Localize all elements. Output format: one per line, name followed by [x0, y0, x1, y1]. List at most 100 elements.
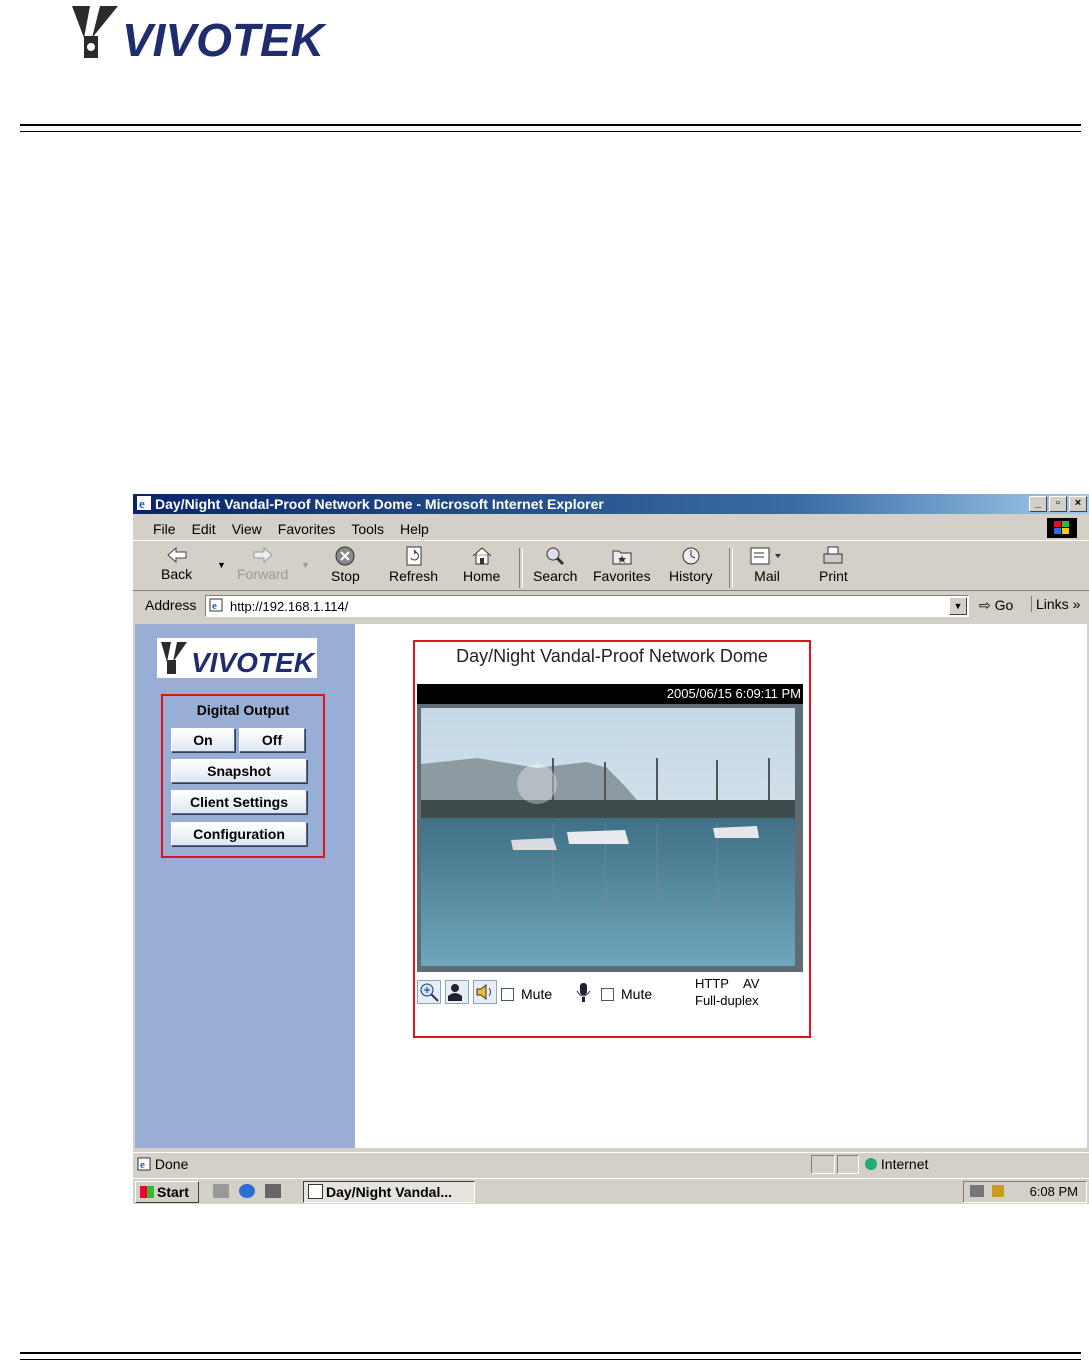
protocol-label: HTTP [695, 976, 729, 991]
print-button[interactable]: Print [819, 546, 848, 584]
address-dropdown-icon[interactable]: ▼ [949, 597, 967, 615]
close-button[interactable]: × [1069, 496, 1087, 512]
zoom-icon[interactable] [417, 980, 441, 1004]
svg-text:e: e [140, 1159, 145, 1171]
links-button[interactable]: Links » [1031, 596, 1080, 612]
status-text: e Done [137, 1156, 188, 1172]
toolbar-separator [519, 548, 523, 588]
camera-timestamp: 2005/06/15 6:09:11 PM [417, 684, 803, 704]
stop-icon [335, 546, 355, 566]
tray-clock[interactable]: 6:08 PM [1030, 1182, 1078, 1202]
svg-text:VIVOTEK: VIVOTEK [122, 14, 327, 66]
menu-favorites[interactable]: Favorites [278, 521, 336, 537]
status-pane [837, 1155, 859, 1174]
speaker-mute-checkbox[interactable] [501, 988, 514, 1001]
camera-controls: Mute Mute HTTP AV Full-duplex [417, 976, 803, 1026]
system-tray: 6:08 PM [963, 1181, 1087, 1203]
microphone-icon[interactable] [571, 980, 595, 1004]
on-button[interactable]: On [171, 728, 235, 752]
restore-button[interactable]: ▫ [1049, 496, 1067, 512]
quicklaunch-channels-icon[interactable] [265, 1184, 281, 1198]
address-url: http://192.168.1.114/ [230, 599, 349, 614]
speaker-mute-label: Mute [521, 986, 553, 1002]
mic-mute-label: Mute [621, 986, 653, 1002]
taskbar: Start Day/Night Vandal... 6:08 PM [133, 1178, 1089, 1204]
tray-volume-icon[interactable] [991, 1185, 1004, 1197]
svg-text:VIVOTEK: VIVOTEK [191, 647, 316, 678]
history-icon [682, 547, 700, 565]
menu-tools[interactable]: Tools [351, 521, 384, 537]
menu-file[interactable]: File [153, 521, 176, 537]
minimize-button[interactable]: _ [1029, 496, 1047, 512]
windows-logo-icon [1047, 518, 1077, 538]
go-button[interactable]: ⇨ Go [979, 597, 1013, 614]
sidebar-logo: VIVOTEK [157, 638, 317, 678]
search-button[interactable]: Search [533, 546, 577, 584]
header-rule [20, 124, 1081, 132]
address-bar: Address e http://192.168.1.114/ ▼ ⇨ Go L… [133, 592, 1089, 618]
history-button[interactable]: History [669, 546, 713, 584]
menu-bar: File Edit View Favorites Tools Help [133, 516, 1089, 541]
home-button[interactable]: Home [463, 546, 500, 584]
client-settings-button[interactable]: Client Settings [171, 790, 307, 814]
snapshot-button[interactable]: Snapshot [171, 759, 307, 783]
back-button[interactable]: Back [161, 546, 192, 582]
mail-button[interactable]: Mail [749, 546, 785, 584]
tray-network-icon[interactable] [970, 1185, 984, 1197]
chevron-right-icon: » [1072, 596, 1081, 612]
globe-icon [865, 1158, 877, 1170]
toolbar-separator [729, 548, 733, 588]
menu-edit[interactable]: Edit [192, 521, 216, 537]
address-input[interactable]: e http://192.168.1.114/ ▼ [205, 595, 969, 617]
status-pane [811, 1155, 835, 1174]
controls-highlight-box: Digital Output On Off Snapshot Client Se… [161, 694, 325, 858]
menu-view[interactable]: View [232, 521, 262, 537]
configuration-button[interactable]: Configuration [171, 822, 307, 846]
ie-window: e Day/Night Vandal-Proof Network Dome - … [133, 494, 1089, 1204]
start-button[interactable]: Start [135, 1181, 199, 1203]
camera-title: Day/Night Vandal-Proof Network Dome [456, 646, 768, 666]
refresh-button[interactable]: Refresh [389, 546, 438, 584]
toolbar: Back ▼ Forward ▼ Stop Refresh Home Searc… [133, 542, 1089, 591]
taskbar-window-button[interactable]: Day/Night Vandal... [303, 1181, 475, 1203]
page-icon: e [209, 598, 223, 612]
sidebar: VIVOTEK Digital Output On Off Snapshot C… [135, 624, 355, 1148]
search-icon [546, 547, 565, 566]
mail-icon [750, 547, 781, 565]
mic-mute-checkbox[interactable] [601, 988, 614, 1001]
forward-dropdown-icon[interactable]: ▼ [301, 560, 310, 570]
person-icon[interactable] [445, 980, 469, 1004]
title-bar[interactable]: e Day/Night Vandal-Proof Network Dome - … [133, 494, 1089, 514]
ie-icon [308, 1184, 323, 1199]
go-arrow-icon: ⇨ [979, 597, 991, 613]
quicklaunch-ie-icon[interactable] [239, 1184, 255, 1198]
page-icon: e [137, 1157, 151, 1171]
address-label: Address [145, 597, 197, 613]
digital-output-title: Digital Output [196, 702, 290, 718]
vivotek-logo: VIVOTEK [70, 2, 328, 66]
printer-icon [823, 546, 843, 564]
camera-video-view[interactable] [417, 704, 803, 972]
forward-button[interactable]: Forward [237, 546, 288, 582]
back-dropdown-icon[interactable]: ▼ [217, 560, 226, 570]
home-icon [472, 547, 492, 565]
av-label: AV [743, 976, 760, 991]
off-button[interactable]: Off [239, 728, 305, 752]
speaker-icon[interactable] [473, 980, 497, 1004]
forward-arrow-icon [253, 546, 273, 564]
page-content: VIVOTEK Digital Output On Off Snapshot C… [135, 624, 1087, 1148]
window-title: Day/Night Vandal-Proof Network Dome - Mi… [155, 496, 604, 512]
footer-rule [20, 1352, 1081, 1360]
svg-text:e: e [212, 600, 217, 612]
svg-text:e: e [139, 496, 145, 510]
menu-help[interactable]: Help [400, 521, 429, 537]
stop-button[interactable]: Stop [331, 546, 360, 584]
favorites-folder-icon [612, 550, 632, 565]
security-zone: Internet [865, 1156, 928, 1172]
favorites-button[interactable]: Favorites [593, 546, 651, 584]
refresh-icon [406, 546, 422, 566]
status-bar: e Done Internet [133, 1152, 1089, 1175]
quicklaunch-desktop-icon[interactable] [213, 1184, 229, 1198]
back-arrow-icon [166, 546, 187, 564]
duplex-label: Full-duplex [695, 993, 759, 1008]
